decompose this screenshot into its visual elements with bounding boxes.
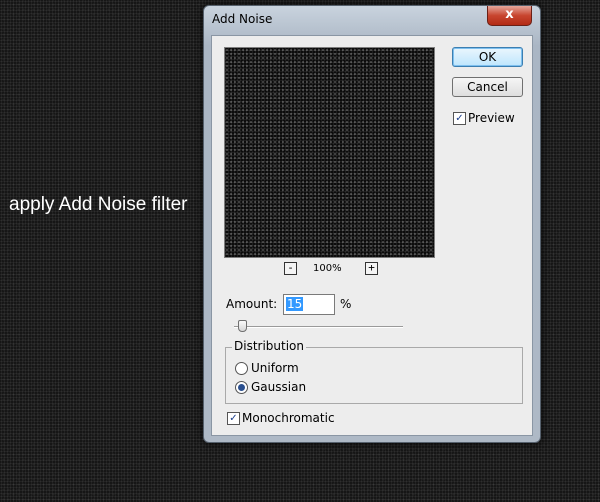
preview-label: Preview [468, 111, 515, 125]
amount-slider-thumb[interactable] [237, 320, 247, 332]
zoom-level: 100% [313, 263, 342, 274]
monochromatic-label: Monochromatic [242, 411, 335, 425]
close-button[interactable]: x [487, 6, 532, 26]
distribution-groupbox [225, 347, 523, 404]
amount-value: 15 [286, 297, 304, 311]
monochromatic-checkbox[interactable]: ✓ [227, 412, 240, 425]
caption-text: apply Add Noise filter [9, 194, 188, 215]
zoom-in-button[interactable]: + [365, 262, 378, 275]
uniform-radio[interactable] [235, 362, 248, 375]
distribution-legend: Distribution [232, 339, 307, 353]
dialog-client-area: - 100% + OK Cancel ✓ Preview Amount: 15 … [211, 35, 533, 436]
add-noise-dialog: Add Noise x - 100% + OK Cancel ✓ Preview… [203, 5, 541, 443]
check-icon: ✓ [229, 413, 238, 424]
close-icon: x [505, 7, 514, 22]
check-icon: ✓ [455, 113, 464, 124]
amount-input[interactable]: 15 [283, 294, 335, 315]
gaussian-radio[interactable] [235, 381, 248, 394]
cancel-button[interactable]: Cancel [452, 77, 523, 97]
amount-slider-track[interactable] [234, 326, 403, 328]
uniform-label: Uniform [251, 361, 299, 375]
zoom-out-button[interactable]: - [284, 262, 297, 275]
noise-preview[interactable] [224, 47, 435, 258]
ok-button[interactable]: OK [452, 47, 523, 67]
amount-label: Amount: [226, 297, 278, 311]
preview-checkbox[interactable]: ✓ [453, 112, 466, 125]
gaussian-label: Gaussian [251, 380, 307, 394]
amount-unit: % [340, 297, 352, 311]
dialog-title: Add Noise [212, 12, 273, 26]
